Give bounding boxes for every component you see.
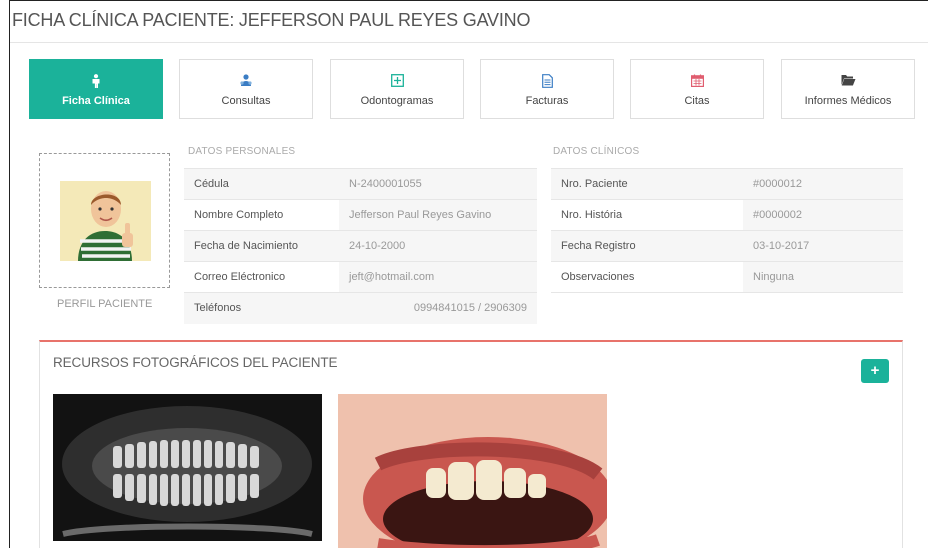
table-row: Fecha Registro 03-10-2017 bbox=[551, 230, 903, 262]
person-icon bbox=[30, 74, 162, 88]
table-row: Nro. Paciente #0000012 bbox=[551, 168, 903, 200]
page-title: FICHA CLÍNICA PACIENTE: JEFFERSON PAUL R… bbox=[12, 10, 531, 30]
field-value: #0000012 bbox=[743, 168, 903, 200]
clinical-section-heading: DATOS CLÍNICOS bbox=[553, 146, 640, 157]
calendar-icon bbox=[631, 74, 763, 88]
table-row: Fecha de Nacimiento 24-10-2000 bbox=[184, 230, 537, 262]
document-icon bbox=[481, 74, 613, 88]
field-label: Teléfonos bbox=[184, 292, 339, 324]
field-value: 24-10-2000 bbox=[339, 230, 537, 262]
field-label: Nombre Completo bbox=[184, 199, 339, 231]
tab-label: Informes Médicos bbox=[804, 95, 892, 107]
folder-open-icon bbox=[782, 74, 914, 88]
field-label: Fecha Registro bbox=[551, 230, 743, 262]
field-value: Jefferson Paul Reyes Gavino bbox=[339, 199, 537, 231]
field-label: Correo Eléctronico bbox=[184, 261, 339, 293]
tab-label: Consultas bbox=[221, 95, 271, 107]
field-label: Fecha de Nacimiento bbox=[184, 230, 339, 262]
photo-resources-panel: RECURSOS FOTOGRÁFICOS DEL PACIENTE + bbox=[39, 340, 903, 548]
personal-data-table: Cédula N-2400001055 Nombre Completo Jeffer… bbox=[184, 168, 537, 324]
tab-label: Odontogramas bbox=[360, 95, 434, 107]
field-value: 03-10-2017 bbox=[743, 230, 903, 262]
tab-facturas[interactable]: Facturas bbox=[480, 59, 614, 119]
field-value: N-2400001055 bbox=[339, 168, 537, 200]
table-row: Observaciones Ninguna bbox=[551, 261, 903, 293]
patient-avatar-frame bbox=[39, 153, 170, 288]
tab-citas[interactable]: Citas bbox=[630, 59, 764, 119]
title-divider bbox=[10, 42, 928, 43]
tab-consultas[interactable]: Consultas bbox=[179, 59, 313, 119]
tab-label: Citas bbox=[684, 95, 710, 107]
tab-ficha-clinica[interactable]: Ficha Clínica bbox=[29, 59, 163, 119]
mouth-photo[interactable] bbox=[338, 394, 607, 548]
users-icon bbox=[180, 74, 312, 88]
add-photo-button[interactable]: + bbox=[861, 359, 889, 383]
personal-section-heading: DATOS PERSONALES bbox=[188, 146, 296, 157]
table-row: Teléfonos 0994841015 / 2906309 bbox=[184, 292, 537, 324]
field-value: 0994841015 / 2906309 bbox=[339, 292, 537, 324]
field-value: jeft@hotmail.com bbox=[339, 261, 537, 293]
clinical-data-table: Nro. Paciente #0000012 Nro. História #0000… bbox=[551, 168, 903, 293]
tab-label: Facturas bbox=[525, 95, 569, 107]
table-row: Cédula N-2400001055 bbox=[184, 168, 537, 200]
tab-label: Ficha Clínica bbox=[62, 95, 130, 107]
field-label: Cédula bbox=[184, 168, 339, 200]
table-row: Nro. História #0000002 bbox=[551, 199, 903, 231]
tab-informes-medicos[interactable]: Informes Médicos bbox=[781, 59, 915, 119]
field-label: Observaciones bbox=[551, 261, 743, 293]
panel-title: RECURSOS FOTOGRÁFICOS DEL PACIENTE bbox=[53, 355, 338, 370]
xray-photo[interactable] bbox=[53, 394, 322, 541]
field-value: #0000002 bbox=[743, 199, 903, 231]
field-label: Nro. Paciente bbox=[551, 168, 743, 200]
profile-label: PERFIL PACIENTE bbox=[57, 298, 153, 310]
app-frame: FICHA CLÍNICA PACIENTE: JEFFERSON PAUL R… bbox=[9, 0, 928, 548]
tab-odontogramas[interactable]: Odontogramas bbox=[330, 59, 464, 119]
grid-plus-icon bbox=[331, 74, 463, 88]
field-label: Nro. História bbox=[551, 199, 743, 231]
table-row: Nombre Completo Jefferson Paul Reyes Gavi… bbox=[184, 199, 537, 231]
field-value: Ninguna bbox=[743, 261, 903, 293]
patient-photo bbox=[60, 181, 151, 261]
table-row: Correo Eléctronico jeft@hotmail.com bbox=[184, 261, 537, 293]
